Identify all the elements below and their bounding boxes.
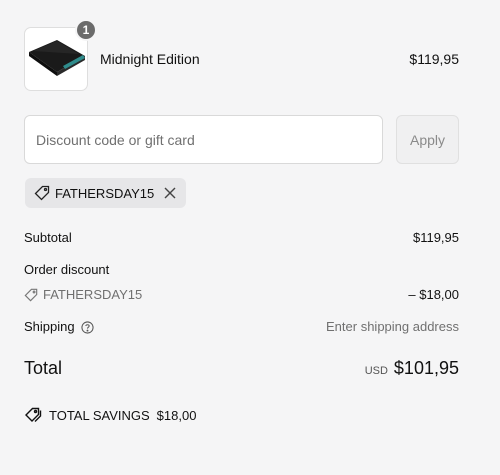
subtotal-row: Subtotal $119,95 <box>24 230 459 245</box>
discount-code-name: FATHERSDAY15 <box>43 287 143 302</box>
currency-code: USD <box>364 365 388 377</box>
wallet-image <box>29 40 85 76</box>
quantity-badge: 1 <box>75 19 97 41</box>
discount-form: Apply <box>24 115 459 164</box>
close-icon[interactable] <box>164 187 176 199</box>
savings-value: $18,00 <box>156 407 197 423</box>
order-discount-label: Order discount <box>24 262 110 277</box>
tag-icon <box>24 288 38 301</box>
discount-code-line: FATHERSDAY15 <box>24 287 142 302</box>
shipping-row: Shipping Enter shipping address <box>24 319 459 334</box>
subtotal-value: $119,95 <box>412 230 459 245</box>
tag-icon <box>34 185 50 201</box>
line-item: 1 Midnight Edition $119,95 <box>24 19 459 91</box>
product-price: $119,95 <box>409 51 459 67</box>
subtotal-label: Subtotal <box>24 230 72 245</box>
total-amount-wrap: USD $101,95 <box>365 358 459 379</box>
savings-tags-icon <box>25 407 42 422</box>
total-savings: TOTAL SAVINGS $18,00 <box>25 407 196 423</box>
shipping-label: Shipping <box>24 319 75 334</box>
total-amount: $101,95 <box>393 358 459 378</box>
order-summary: 1 Midnight Edition $119,95 Apply FATHERS… <box>0 0 500 475</box>
savings-label: TOTAL SAVINGS <box>49 407 150 423</box>
total-label: Total <box>24 358 63 378</box>
shipping-value: Enter shipping address <box>326 319 459 335</box>
product-thumbnail: 1 <box>24 19 97 91</box>
total-row: Total USD $101,95 <box>24 358 459 379</box>
discount-amount: – $18,00 <box>408 287 459 302</box>
applied-discount-chip: FATHERSDAY15 <box>25 178 187 208</box>
shipping-label-wrap: Shipping <box>24 319 94 334</box>
discount-code-input[interactable] <box>24 115 383 164</box>
discount-code-row: FATHERSDAY15 – $18,00 <box>24 287 459 302</box>
help-circle-icon[interactable] <box>81 321 94 334</box>
applied-code-label: FATHERSDAY15 <box>55 185 155 201</box>
order-discount-row: Order discount <box>24 262 459 277</box>
product-name: Midnight Edition <box>100 51 200 67</box>
apply-button[interactable]: Apply <box>396 115 459 164</box>
